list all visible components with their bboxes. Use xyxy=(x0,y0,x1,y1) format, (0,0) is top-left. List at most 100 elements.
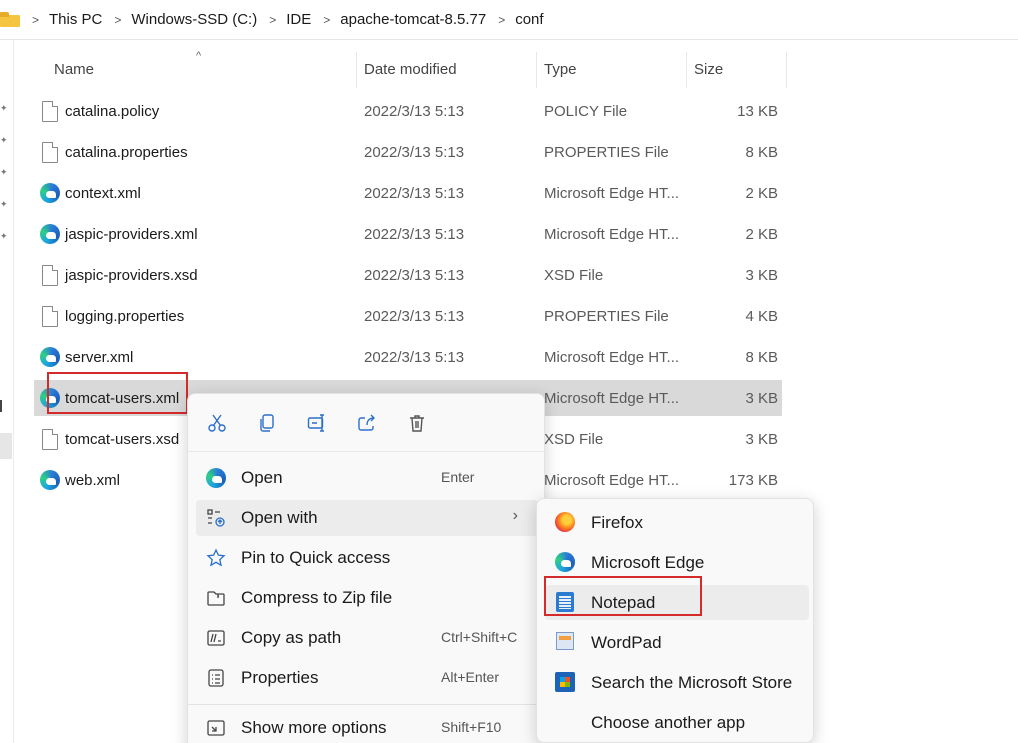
file-date: 2022/3/13 5:13 xyxy=(364,102,465,120)
folder-icon xyxy=(0,12,20,27)
app-label: WordPad xyxy=(591,633,662,652)
share-icon[interactable] xyxy=(354,410,380,436)
file-row[interactable]: jaspic-providers.xsd 2022/3/13 5:13 XSD … xyxy=(34,257,782,293)
file-name: catalina.properties xyxy=(65,143,188,161)
pin-icon[interactable]: ✦ xyxy=(0,200,9,209)
menu-item-shortcut: Ctrl+Shift+C xyxy=(441,629,518,645)
file-row[interactable]: server.xml 2022/3/13 5:13 Microsoft Edge… xyxy=(34,339,782,375)
address-breadcrumb: > This PC > Windows-SSD (C:) > IDE > apa… xyxy=(0,0,1018,40)
column-header-date[interactable]: Date modified xyxy=(364,48,457,90)
edge-icon xyxy=(206,468,226,488)
pin-icon[interactable]: ✦ xyxy=(0,136,9,145)
menu-item-pin[interactable]: Pin to Quick access xyxy=(196,540,538,576)
menu-item-label: Open xyxy=(241,468,283,487)
column-divider[interactable] xyxy=(786,52,787,88)
file-row[interactable]: catalina.policy 2022/3/13 5:13 POLICY Fi… xyxy=(34,93,782,129)
firefox-icon xyxy=(555,512,575,532)
chevron-right-icon: > xyxy=(114,12,122,27)
column-header-type[interactable]: Type xyxy=(544,48,577,90)
menu-item-open-with[interactable]: Open with › xyxy=(196,500,538,536)
more-options-icon xyxy=(206,718,226,738)
column-divider[interactable] xyxy=(686,52,687,88)
highlight-box xyxy=(544,576,702,616)
menu-item-label: Compress to Zip file xyxy=(241,588,393,607)
highlight-box xyxy=(47,372,188,414)
app-microsoft-edge[interactable]: Microsoft Edge xyxy=(545,545,809,580)
open-with-icon xyxy=(206,508,226,528)
file-type: XSD File xyxy=(544,430,604,448)
file-size: 2 KB xyxy=(745,225,778,243)
menu-item-copy-path[interactable]: Copy as path Ctrl+Shift+C xyxy=(196,620,538,656)
menu-item-shortcut: Enter xyxy=(441,469,475,485)
file-date: 2022/3/13 5:13 xyxy=(364,225,465,243)
cut-icon[interactable] xyxy=(204,410,230,436)
column-header-name[interactable]: Name xyxy=(54,48,94,90)
delete-icon[interactable] xyxy=(404,410,430,436)
context-menu-toolbar xyxy=(188,394,546,452)
menu-item-compress[interactable]: Compress to Zip file xyxy=(196,580,538,616)
properties-icon xyxy=(206,668,226,688)
file-type: Microsoft Edge HT... xyxy=(544,348,680,366)
edge-icon xyxy=(555,552,575,572)
menu-item-label: Pin to Quick access xyxy=(241,548,391,567)
context-menu: Open Enter Open with › Pin to Quick acce… xyxy=(187,393,546,743)
file-type: Microsoft Edge HT... xyxy=(544,184,680,202)
file-size: 8 KB xyxy=(745,348,778,366)
pin-icon[interactable]: ✦ xyxy=(0,168,9,177)
menu-item-label: Show more options xyxy=(241,718,387,737)
menu-item-properties[interactable]: Properties Alt+Enter xyxy=(196,660,538,696)
choose-another-app[interactable]: Choose another app xyxy=(545,705,809,740)
file-size: 4 KB xyxy=(745,307,778,325)
navigation-pane: ✦ ✦ ✦ ✦ ✦ xyxy=(0,40,14,743)
file-type: XSD File xyxy=(544,266,604,284)
file-type: POLICY File xyxy=(544,102,628,120)
nav-item-marker xyxy=(0,400,2,412)
column-header-size[interactable]: Size xyxy=(694,48,723,90)
file-size: 8 KB xyxy=(745,143,778,161)
file-date: 2022/3/13 5:13 xyxy=(364,184,465,202)
pin-icon[interactable]: ✦ xyxy=(0,232,9,241)
app-label: Microsoft Edge xyxy=(591,553,705,572)
chevron-right-icon: > xyxy=(498,12,506,27)
star-icon xyxy=(206,548,226,568)
menu-item-label: Copy as path xyxy=(241,628,342,647)
file-date: 2022/3/13 5:13 xyxy=(364,143,465,161)
menu-item-shortcut: Shift+F10 xyxy=(441,719,502,735)
column-divider[interactable] xyxy=(356,52,357,88)
chevron-right-icon: > xyxy=(323,12,331,27)
breadcrumb-conf[interactable]: conf xyxy=(515,11,543,28)
file-size: 3 KB xyxy=(745,266,778,284)
menu-item-open[interactable]: Open Enter xyxy=(196,460,538,496)
pin-icon[interactable]: ✦ xyxy=(0,104,9,113)
app-microsoft-store[interactable]: Search the Microsoft Store xyxy=(545,665,809,700)
breadcrumb-drive[interactable]: Windows-SSD (C:) xyxy=(131,11,257,28)
file-row[interactable]: context.xml 2022/3/13 5:13 Microsoft Edg… xyxy=(34,175,782,211)
store-icon xyxy=(555,672,575,692)
menu-divider xyxy=(188,704,546,705)
chevron-right-icon: › xyxy=(512,507,518,524)
file-name: jaspic-providers.xml xyxy=(65,225,198,243)
file-row[interactable]: logging.properties 2022/3/13 5:13 PROPER… xyxy=(34,298,782,334)
document-icon xyxy=(40,265,60,286)
breadcrumb-this-pc[interactable]: This PC xyxy=(49,11,102,28)
nav-selected-item[interactable] xyxy=(0,433,12,459)
file-type: Microsoft Edge HT... xyxy=(544,225,680,243)
column-divider[interactable] xyxy=(536,52,537,88)
file-name: server.xml xyxy=(65,348,134,366)
rename-icon[interactable] xyxy=(304,410,330,436)
file-row[interactable]: catalina.properties 2022/3/13 5:13 PROPE… xyxy=(34,134,782,170)
app-firefox[interactable]: Firefox xyxy=(545,505,809,540)
breadcrumb-tomcat[interactable]: apache-tomcat-8.5.77 xyxy=(340,11,486,28)
file-date: 2022/3/13 5:13 xyxy=(364,348,465,366)
copy-icon[interactable] xyxy=(254,410,280,436)
menu-item-show-more[interactable]: Show more options Shift+F10 xyxy=(196,710,538,743)
document-icon xyxy=(40,101,60,122)
file-row[interactable]: jaspic-providers.xml 2022/3/13 5:13 Micr… xyxy=(34,216,782,252)
wordpad-icon xyxy=(555,632,575,652)
breadcrumb-ide[interactable]: IDE xyxy=(286,11,311,28)
zip-folder-icon xyxy=(206,588,226,608)
edge-icon xyxy=(40,224,60,245)
chevron-right-icon: > xyxy=(269,12,277,27)
file-size: 2 KB xyxy=(745,184,778,202)
app-wordpad[interactable]: WordPad xyxy=(545,625,809,660)
